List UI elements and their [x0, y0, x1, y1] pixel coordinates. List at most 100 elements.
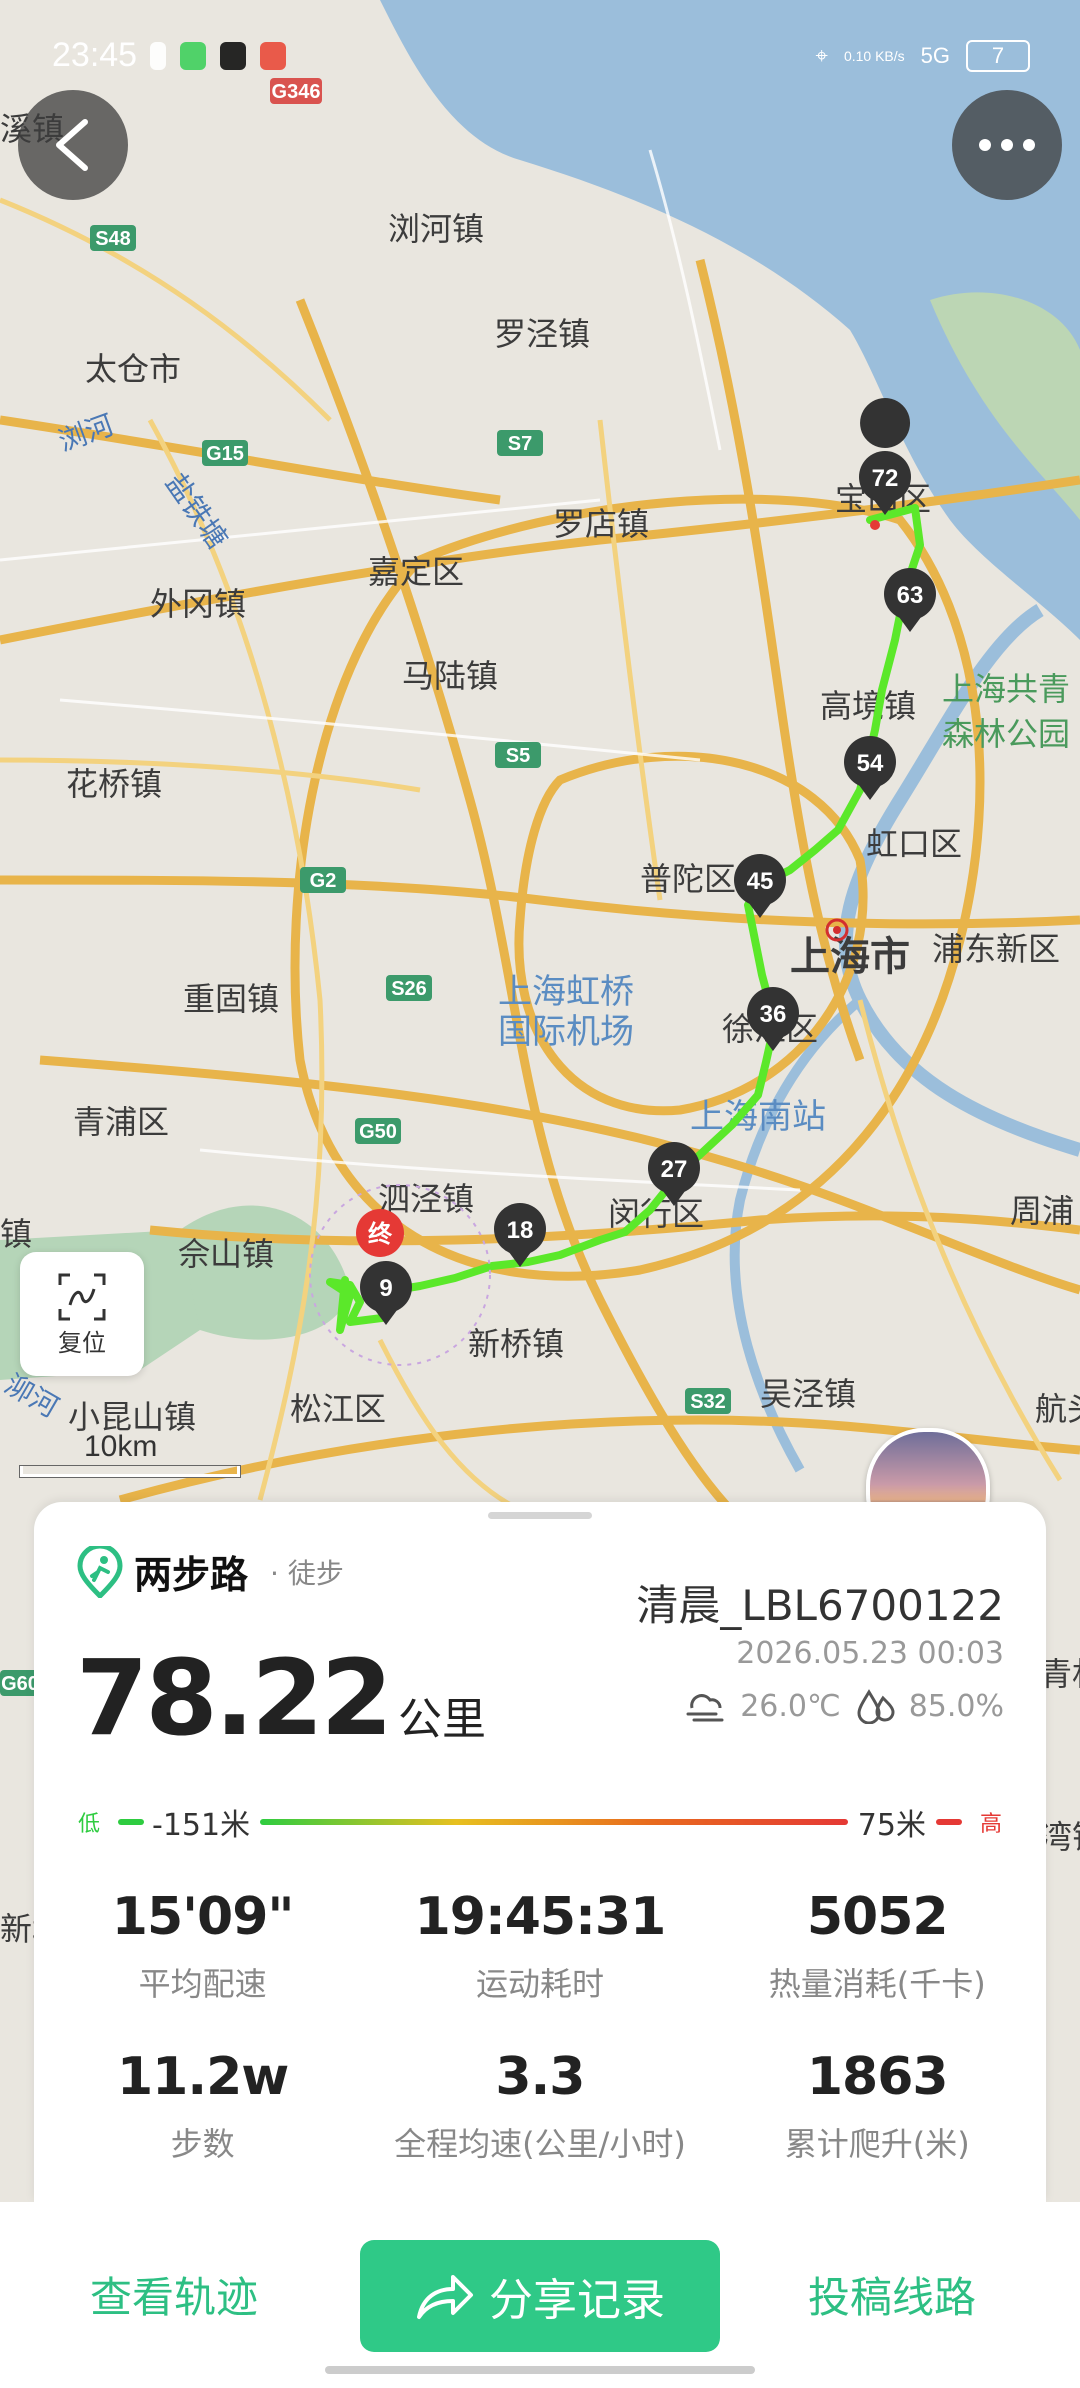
svg-text:9: 9 — [379, 1275, 392, 1302]
activity-type: · 徒步 — [270, 1556, 344, 1590]
highway-shield: S32 — [685, 1388, 731, 1414]
total-distance: 78.22 公里 — [76, 1637, 486, 1759]
svg-text:54: 54 — [857, 750, 884, 777]
shop-icon — [260, 42, 286, 70]
svg-text:S7: S7 — [508, 433, 532, 455]
stat-label: 全程均速(公里/小时) — [394, 2125, 686, 2163]
map-label: 新桥镇 — [468, 1325, 564, 1363]
drag-handle[interactable] — [488, 1512, 592, 1519]
map-label: 马陆镇 — [402, 657, 498, 695]
view-track-button[interactable]: 查看轨迹 — [90, 2264, 258, 2325]
map-label: 重固镇 — [183, 980, 279, 1018]
stat-avg-speed: 3.3 全程均速(公里/小时) — [371, 2047, 708, 2165]
share-record-button[interactable]: 分享记录 — [360, 2240, 720, 2352]
summary-card: 两步路 · 徒步 清晨_LBL6700122 2026.05.23 00:03 … — [34, 1502, 1046, 2202]
map-label: 嘉定区 — [368, 553, 464, 591]
svg-text:G2: G2 — [310, 870, 337, 892]
map-label: 湾镇 — [1040, 1818, 1080, 1856]
chevron-left-icon — [56, 119, 88, 171]
username: 清晨_LBL6700122 — [636, 1581, 1004, 1630]
svg-text:S5: S5 — [506, 745, 530, 767]
app-notification-icon — [180, 42, 206, 70]
map-label: 高境镇 — [820, 687, 916, 725]
sim-icon — [150, 42, 166, 70]
app-logo-icon — [77, 1545, 123, 1598]
map-label: 花桥镇 — [66, 765, 162, 803]
submit-route-button[interactable]: 投稿线路 — [808, 2264, 976, 2325]
elevation-low-tag: 低 — [78, 1812, 101, 1837]
stat-value: 1863 — [806, 2047, 949, 2107]
map-label: 上海市 — [790, 934, 910, 980]
highway-shield: G50 — [355, 1118, 401, 1144]
elevation-high-swatch — [935, 1819, 962, 1825]
home-indicator[interactable] — [325, 2366, 755, 2374]
map-label: 镇 — [0, 1215, 32, 1253]
map-label: 太仓市 — [85, 350, 181, 388]
humidity-icon — [857, 1689, 895, 1724]
map-label: 上海共青 — [942, 670, 1070, 708]
map-label: 泗泾镇 — [378, 1180, 474, 1218]
map-label: 虹口区 — [866, 825, 962, 863]
map-label: 罗泾镇 — [494, 315, 590, 353]
map-label: 外冈镇 — [150, 585, 246, 623]
brand-name: 两步路 — [134, 1553, 249, 1597]
weather-icon — [686, 1694, 724, 1722]
more-button[interactable] — [952, 90, 1062, 200]
distance-unit: 公里 — [397, 1694, 486, 1745]
stat-label: 累计爬升(米) — [784, 2125, 970, 2163]
stat-value: 19:45:31 — [414, 1887, 667, 1947]
stat-label: 热量消耗(千卡) — [768, 1965, 986, 2003]
stats-row-2: 11.2w 步数 3.3 全程均速(公里/小时) 1863 累计爬升(米) — [34, 2047, 1046, 2165]
stat-steps: 11.2w 步数 — [34, 2047, 371, 2165]
svg-text:S48: S48 — [95, 228, 131, 250]
map-label: 松江区 — [290, 1390, 386, 1428]
map-label: 森林公园 — [942, 715, 1070, 753]
bottom-action-bar: 查看轨迹 分享记录 投稿线路 — [0, 2202, 1080, 2388]
elevation-max: 75米 — [857, 1808, 926, 1843]
scale-bar — [20, 1466, 240, 1477]
svg-text:36: 36 — [760, 1001, 787, 1028]
elevation-bar: 低 -151米 75米 高 — [78, 1802, 1002, 1843]
stat-label: 平均配速 — [138, 1965, 267, 2003]
map-label: 普陀区 — [640, 860, 736, 898]
elevation-gradient — [260, 1819, 848, 1825]
map-label: 航头 — [1035, 1390, 1080, 1428]
stat-value: 5052 — [806, 1887, 949, 1947]
svg-text:S32: S32 — [690, 1391, 726, 1413]
activity-datetime: 2026.05.23 00:03 — [736, 1636, 1004, 1671]
map-label: 上海虹桥 — [498, 972, 634, 1012]
svg-text:G50: G50 — [359, 1121, 397, 1143]
svg-text:G15: G15 — [206, 443, 244, 465]
map-label: 国际机场 — [498, 1012, 634, 1052]
reset-label: 复位 — [58, 1328, 106, 1357]
map-label: 周浦 — [1010, 1192, 1074, 1230]
battery-level: 7 — [991, 43, 1005, 68]
distance-value: 78.22 — [76, 1637, 393, 1759]
brand: 两步路 · 徒步 — [76, 1544, 344, 1599]
stat-pace: 15'09" 平均配速 — [34, 1887, 371, 2005]
svg-text:63: 63 — [897, 582, 924, 609]
highway-shield: G2 — [300, 867, 346, 893]
status-time: 23:45 — [52, 36, 138, 74]
svg-text:45: 45 — [747, 868, 774, 895]
map-label: 浦东新区 — [932, 930, 1060, 968]
reset-view-button[interactable]: 复位 — [20, 1252, 144, 1376]
map-scale: 10km — [20, 1430, 240, 1477]
share-arrow-icon — [417, 2275, 473, 2319]
map-label: 佘山镇 — [178, 1235, 274, 1273]
humidity: 85.0% — [908, 1688, 1004, 1724]
stat-value: 15'09" — [111, 1887, 295, 1947]
stat-value: 3.3 — [495, 2047, 585, 2107]
svg-text:终: 终 — [368, 1220, 393, 1248]
map-label: 青浦区 — [73, 1103, 169, 1141]
back-button[interactable] — [18, 90, 128, 200]
stat-ascent: 1863 累计爬升(米) — [709, 2047, 1046, 2165]
stats-row-1: 15'09" 平均配速 19:45:31 运动耗时 5052 热量消耗(千卡) — [34, 1887, 1046, 2005]
stat-label: 运动耗时 — [475, 1965, 604, 2003]
highway-shield: S48 — [90, 225, 136, 251]
svg-text:18: 18 — [507, 1217, 534, 1244]
stat-value: 11.2w — [116, 2047, 289, 2107]
elevation-high-tag: 高 — [979, 1812, 1002, 1837]
elevation-low-swatch — [118, 1819, 145, 1825]
elevation-min: -151米 — [152, 1808, 251, 1843]
